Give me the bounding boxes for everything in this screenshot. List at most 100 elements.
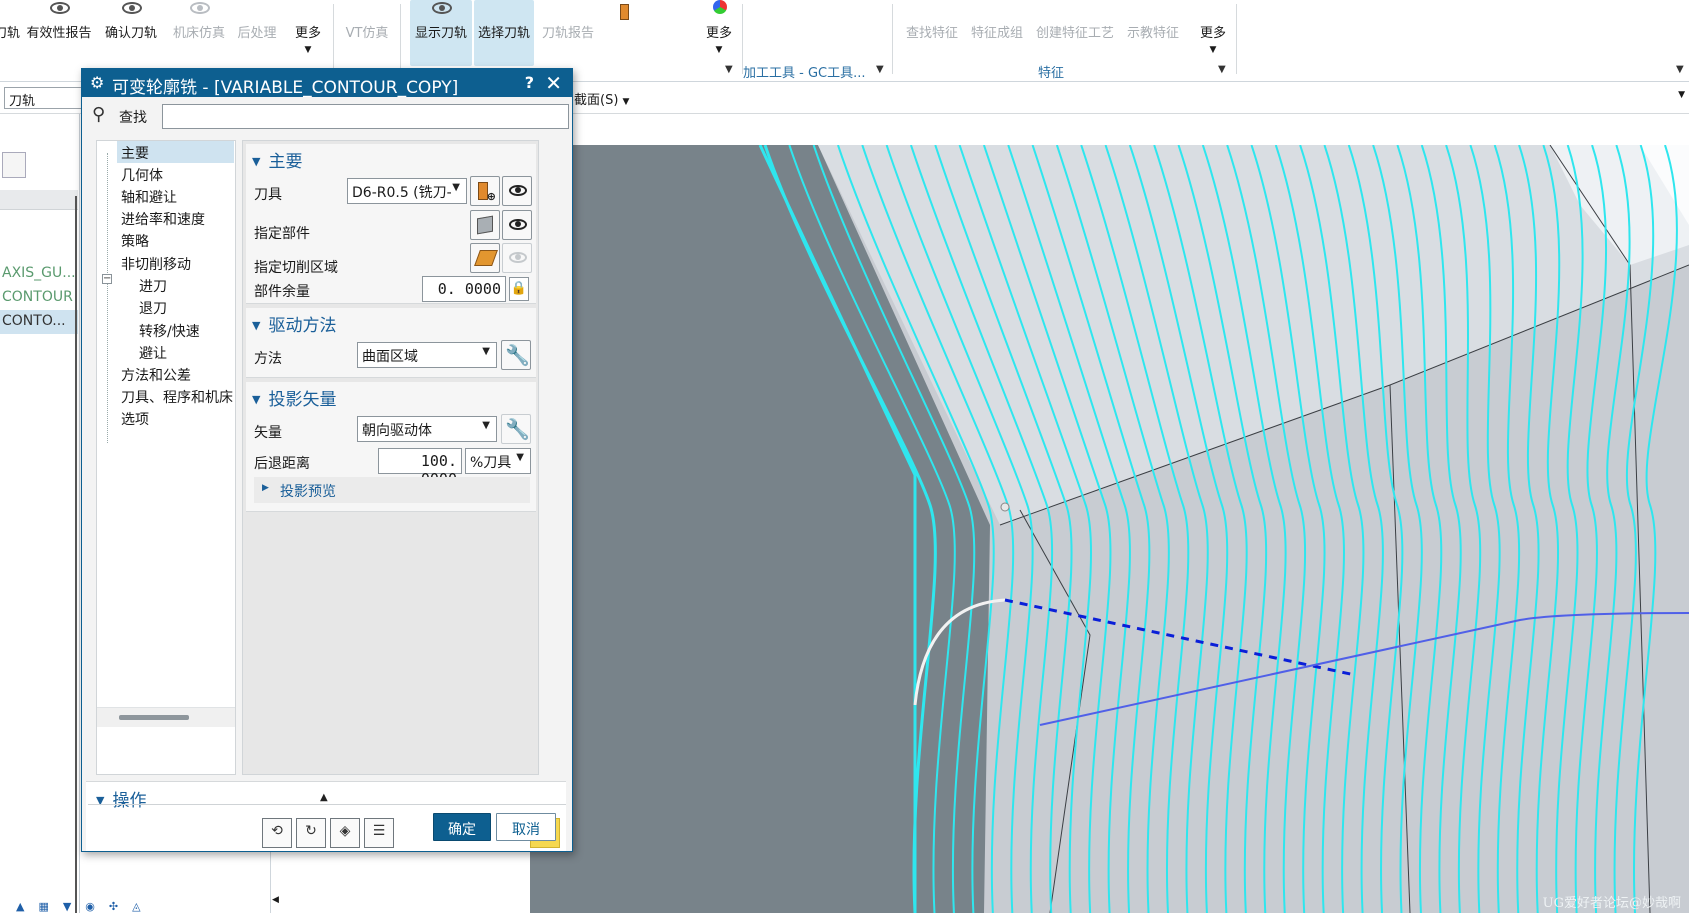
section-menu[interactable]: 截面(S) ▼ <box>574 89 629 108</box>
section-main-header[interactable]: ▼ 主要 <box>252 147 302 172</box>
edit-drive-button[interactable]: 🔧 <box>501 340 531 370</box>
ribbon-teach-feature-button[interactable]: 示教特征 <box>1122 0 1184 66</box>
generate-button[interactable]: ⟲ <box>262 818 292 848</box>
ribbon-find-feature-button[interactable]: 查找特征 <box>900 0 964 66</box>
tree-item-non-cutting[interactable]: 非切削移动 <box>117 252 195 274</box>
tree-item-axis[interactable]: 轴和避让 <box>117 185 181 207</box>
ribbon-group-feature-button[interactable]: 特征成组 <box>966 0 1028 66</box>
retract-distance-input[interactable]: 100. 0000 <box>378 448 462 488</box>
wrench-icon: 🔧 <box>505 343 530 367</box>
select-part-button[interactable] <box>470 210 500 240</box>
vector-label: 矢量 <box>254 425 282 441</box>
ribbon-layer-button[interactable] <box>664 0 690 66</box>
cut-area-label: 指定切削区域 <box>254 260 338 276</box>
display-cut-area-button[interactable] <box>502 243 532 273</box>
ribbon-show-toolpath-button[interactable]: 显示刀轨 <box>410 0 472 66</box>
graphics-viewport[interactable]: UG爱好者论坛@妙哉啊 <box>530 145 1689 913</box>
collapse-arrow-icon: ▼ <box>252 155 261 168</box>
ribbon-more-button-2[interactable]: 更多 ▼ <box>700 0 738 66</box>
group-dropdown-icon[interactable]: ▼ <box>876 64 884 75</box>
tool-label: 刀具 <box>254 187 282 203</box>
scroll-left-icon[interactable]: ◀ <box>272 895 279 905</box>
section-operations-header[interactable]: ▼ 操作 <box>96 786 146 811</box>
section-drive-header[interactable]: ▼ 驱动方法 <box>252 311 336 336</box>
ribbon-options-icon[interactable]: ▼ <box>1676 64 1684 75</box>
ribbon-postprocess-button[interactable]: 后处理 <box>234 0 280 66</box>
list-button[interactable]: ☰ <box>364 818 394 848</box>
find-input[interactable] <box>162 104 569 129</box>
ribbon-select-toolpath-button[interactable]: 选择刀轨 <box>474 0 534 66</box>
tree-item-main[interactable]: 主要 <box>117 141 234 163</box>
tree-item-avoidance[interactable]: 避让 <box>135 341 171 363</box>
type-filter-dropdown[interactable]: 刀轨 <box>4 87 84 109</box>
tree-item-options[interactable]: 选项 <box>117 407 153 429</box>
display-tool-button[interactable] <box>502 176 532 206</box>
ribbon-separator <box>1236 4 1237 74</box>
ok-button[interactable]: 确定 <box>433 813 491 841</box>
section-projection-header[interactable]: ▼ 投影矢量 <box>252 385 336 410</box>
select-cut-area-button[interactable] <box>470 243 500 273</box>
collapse-dialog-icon[interactable]: ▲ <box>320 792 328 803</box>
edit-vector-button[interactable]: 🔧 <box>501 414 531 444</box>
vt-sim-icon <box>352 0 382 18</box>
ribbon-toolpath-report-button[interactable]: 刀轨报告 <box>538 0 598 66</box>
stock-input[interactable]: 0. 0000 <box>422 276 506 302</box>
eye-icon <box>509 219 527 230</box>
tree-scrollbar-thumb[interactable] <box>119 715 189 720</box>
help-button[interactable]: ? <box>525 73 534 92</box>
navigator-filter-icon[interactable] <box>2 152 26 178</box>
tree-item-transfer[interactable]: 转移/快速 <box>135 319 204 341</box>
operation-navigator: AXIS_GU... CONTOUR CONTO... <box>0 114 80 913</box>
collapse-arrow-icon: ▼ <box>96 794 105 807</box>
method-label: 方法 <box>254 351 282 367</box>
group-dropdown-icon[interactable]: ▼ <box>725 64 733 75</box>
navigator-row[interactable]: CONTOUR <box>0 286 78 310</box>
cut-area-icon <box>474 250 498 266</box>
tree-item-geometry[interactable]: 几何体 <box>117 163 167 185</box>
toolbar-overflow-icon[interactable]: ▼ <box>1678 90 1685 100</box>
postprocess-icon <box>242 0 272 18</box>
ribbon-more-button-1[interactable]: 更多 ▼ <box>290 0 326 66</box>
ribbon-process-tools-icons[interactable] <box>746 0 886 66</box>
retract-unit-dropdown[interactable]: %刀具 ▼ <box>465 448 531 474</box>
gear-icon: ⚙ <box>90 73 105 92</box>
verify-button[interactable]: ◈ <box>330 818 360 848</box>
replay-button[interactable]: ↻ <box>296 818 326 848</box>
ribbon-validity-report-button[interactable]: 有效性报告 <box>24 0 94 66</box>
navigator-row[interactable]: AXIS_GU... <box>0 262 78 286</box>
cancel-button[interactable]: 取消 <box>496 813 556 841</box>
dialog-separator <box>88 804 566 805</box>
navigator-row-selected[interactable]: CONTO... <box>0 310 78 334</box>
drive-method-dropdown[interactable]: 曲面区域 ▼ <box>357 342 497 368</box>
ribbon-machine-sim-button[interactable]: 机床仿真 <box>168 0 230 66</box>
dropdown-arrow-icon: ▼ <box>452 182 460 193</box>
collapse-arrow-icon: ▼ <box>252 319 261 332</box>
projection-preview-row[interactable]: ▶ 投影预览 <box>254 477 530 503</box>
tool-dropdown[interactable]: D6-R0.5 (铣刀- ▼ <box>347 178 467 204</box>
tree-item-engage[interactable]: 进刀 <box>135 274 171 296</box>
tree-item-feeds[interactable]: 进给率和速度 <box>117 207 209 229</box>
ribbon-create-feature-process-button[interactable]: 创建特征工艺 <box>1032 0 1118 66</box>
tree-item-tool-program[interactable]: 刀具、程序和机床 <box>117 385 235 407</box>
vector-dropdown[interactable]: 朝向驱动体 ▼ <box>357 416 497 442</box>
ribbon-verify-toolpath-button[interactable]: 确认刀轨 <box>100 0 162 66</box>
display-part-button[interactable] <box>502 210 532 240</box>
close-button[interactable]: ✕ <box>545 71 562 95</box>
new-tool-button[interactable]: ⊕ <box>470 176 500 206</box>
lock-icon[interactable]: 🔒 <box>509 277 529 301</box>
collapse-icon[interactable]: − <box>102 274 112 284</box>
dropdown-arrow-icon: ▼ <box>1209 45 1217 55</box>
tree-item-strategy[interactable]: 策略 <box>117 229 153 251</box>
tree-item-method[interactable]: 方法和公差 <box>117 363 195 385</box>
tree-item-retract[interactable]: 退刀 <box>135 296 171 318</box>
ribbon-vt-sim-button[interactable]: VT仿真 <box>342 0 392 66</box>
group-feature-icon <box>982 0 1012 18</box>
dialog-title-bar[interactable]: ⚙ 可变轮廓铣 - [VARIABLE_CONTOUR_COPY] ? ✕ <box>82 69 572 98</box>
ribbon-toolpath-button[interactable]: 刀轨 <box>0 0 20 66</box>
section-main: ▼ 主要 刀具 D6-R0.5 (铣刀- ▼ ⊕ 指定部件 指定切削区域 部件余量 … <box>246 144 536 304</box>
ribbon-tool-display-button[interactable] <box>605 0 645 66</box>
list-icon: ☰ <box>372 823 386 839</box>
group-dropdown-icon[interactable]: ▼ <box>1218 64 1226 75</box>
ribbon-more-button-3[interactable]: 更多 ▼ <box>1194 0 1232 66</box>
group-label-process-tools: 加工工具 - GC工具... <box>743 66 866 81</box>
